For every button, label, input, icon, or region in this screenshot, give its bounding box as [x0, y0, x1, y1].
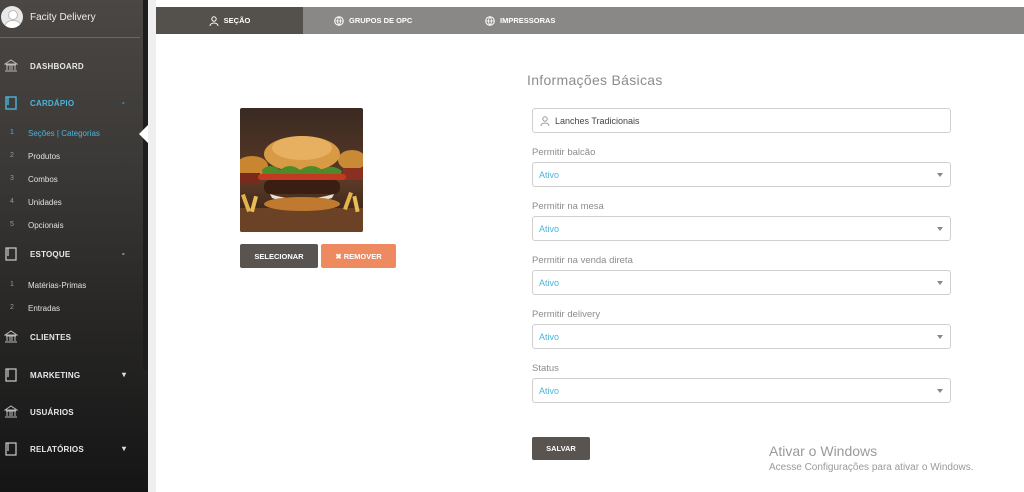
sidebar-subitem-materias-primas[interactable]: 1 Matérias-Primas [0, 279, 140, 293]
bank-icon [4, 330, 18, 343]
sidebar-item-relatorios[interactable]: RELATÓRIOS ▾ [0, 440, 140, 460]
burger-photo [240, 108, 363, 232]
section-name-input[interactable]: Lanches Tradicionais [532, 108, 951, 133]
book-icon [5, 442, 17, 456]
book-icon [5, 96, 17, 110]
select-permitir-delivery[interactable]: Ativo [532, 324, 951, 349]
active-pointer [139, 125, 148, 143]
label-permitir-balcao: Permitir balcão [532, 147, 596, 158]
tab-impressoras[interactable]: IMPRESSORAS [485, 7, 555, 34]
sidebar-subitem-produtos[interactable]: 2 Produtos [0, 150, 140, 164]
select-permitir-mesa[interactable]: Ativo [532, 216, 951, 241]
sidebar-item-marketing[interactable]: MARKETING ▾ [0, 366, 140, 386]
sidebar-subitem-opcionais[interactable]: 5 Opcionais [0, 219, 140, 233]
sidebar-item-dashboard[interactable]: DASHBOARD [0, 57, 140, 77]
book-icon [5, 247, 17, 261]
expand-caret: ▾ [122, 444, 127, 453]
user-icon [209, 15, 219, 26]
tab-secao[interactable]: SEÇÃO [156, 7, 303, 34]
section-image [240, 108, 363, 232]
activation-watermark-title: Ativar o Windows [769, 443, 878, 459]
book-icon [5, 368, 17, 382]
bank-icon [4, 59, 18, 72]
tab-grupos-de-opc[interactable]: GRUPOS DE OPC [334, 7, 412, 34]
select-image-button[interactable]: SELECIONAR [240, 244, 318, 268]
dropdown-arrow-icon [937, 389, 943, 393]
form-title: Informações Básicas [527, 72, 663, 88]
sidebar-item-clientes[interactable]: CLIENTES [0, 328, 140, 348]
avatar [1, 6, 23, 28]
select-permitir-venda-direta[interactable]: Ativo [532, 270, 951, 295]
expand-caret: ▾ [122, 370, 127, 379]
sidebar-item-cardapio[interactable]: CARDÁPIO - [0, 94, 140, 114]
select-permitir-balcao[interactable]: Ativo [532, 162, 951, 187]
sidebar: Facity Delivery DASHBOARD CARDÁPIO - 1 S… [0, 0, 148, 492]
sidebar-item-usuarios[interactable]: USUÁRIOS [0, 403, 140, 423]
sidebar-subitem-entradas[interactable]: 2 Entradas [0, 302, 140, 316]
label-permitir-venda-direta: Permitir na venda direta [532, 255, 633, 266]
sidebar-subitem-secoes[interactable]: 1 Seções | Categorias [0, 127, 140, 141]
label-status: Status [532, 363, 559, 374]
activation-watermark-subtitle: Acesse Configurações para ativar o Windo… [769, 462, 974, 473]
dropdown-arrow-icon [937, 173, 943, 177]
sidebar-item-estoque[interactable]: ESTOQUE - [0, 245, 140, 265]
profile-name: Facity Delivery [30, 12, 96, 23]
collapse-caret: - [122, 249, 125, 258]
bank-icon [4, 405, 18, 418]
user-icon [540, 116, 550, 126]
label-permitir-delivery: Permitir delivery [532, 309, 601, 320]
label-permitir-mesa: Permitir na mesa [532, 201, 604, 212]
dropdown-arrow-icon [937, 227, 943, 231]
profile[interactable]: Facity Delivery [0, 0, 140, 38]
content-gutter [148, 0, 156, 492]
collapse-caret: - [122, 98, 125, 107]
globe-icon [334, 15, 344, 26]
globe-icon [485, 15, 495, 26]
dropdown-arrow-icon [937, 335, 943, 339]
section-name-value: Lanches Tradicionais [555, 116, 640, 126]
dropdown-arrow-icon [937, 281, 943, 285]
sidebar-subitem-combos[interactable]: 3 Combos [0, 173, 140, 187]
remove-image-button[interactable]: ✖ REMOVER [321, 244, 396, 268]
tab-bar: SEÇÃO GRUPOS DE OPC IMPRESSORAS [156, 7, 1024, 34]
sidebar-subitem-unidades[interactable]: 4 Unidades [0, 196, 140, 210]
select-status[interactable]: Ativo [532, 378, 951, 403]
save-button[interactable]: SALVAR [532, 437, 590, 460]
